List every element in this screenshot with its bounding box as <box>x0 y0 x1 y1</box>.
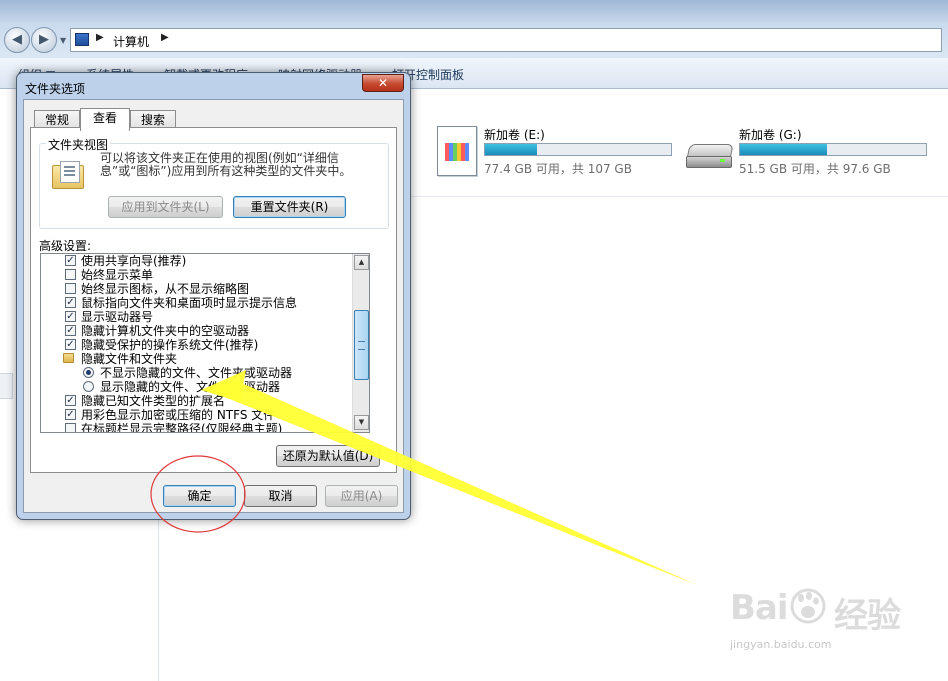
list-item-label: 隐藏已知文件类型的扩展名 <box>81 394 226 408</box>
advanced-list-scrollbar[interactable]: ▲ ▼ <box>352 254 369 432</box>
view-tab-panel: 文件夹视图 可以将该文件夹正在使用的视图(例如“详细信息”或“图标”)应用到所有… <box>30 127 397 473</box>
close-icon[interactable]: ✕ <box>362 74 404 92</box>
checkbox[interactable]: ✓ <box>65 297 76 308</box>
forward-arrow-icon[interactable]: ▶ <box>31 27 57 53</box>
list-item[interactable]: 显示隐藏的文件、文件夹和驱动器 <box>41 380 351 394</box>
list-item-label: 在标题栏显示完整路径(仅限经典主题) <box>81 422 283 433</box>
folder-views-description: 可以将该文件夹正在使用的视图(例如“详细信息”或“图标”)应用到所有这种类型的文… <box>100 151 352 178</box>
list-item-label: 隐藏计算机文件夹中的空驱动器 <box>81 324 250 338</box>
reset-folders-button[interactable]: 重置文件夹(R) <box>233 196 346 218</box>
dialog-title: 文件夹选项 <box>25 82 86 96</box>
navigation-pane-handle[interactable] <box>0 373 13 399</box>
drive-usage-bar <box>739 143 927 156</box>
list-item[interactable]: 始终显示菜单 <box>41 268 351 282</box>
list-item[interactable]: ✓ 使用共享向导(推荐) <box>41 254 351 268</box>
list-item-label: 显示隐藏的文件、文件夹和驱动器 <box>100 380 281 394</box>
list-item-label: 不显示隐藏的文件、文件夹或驱动器 <box>100 366 293 380</box>
back-arrow-icon[interactable]: ◀ <box>4 27 30 53</box>
cancel-button[interactable]: 取消 <box>244 485 317 507</box>
checkbox[interactable]: ✓ <box>65 325 76 336</box>
folder-options-dialog: 文件夹选项 ✕ 常规 查看 搜索 文件夹视图 可以将该文件夹正在使用的视图(例如… <box>16 72 411 520</box>
baidu-url: jingyan.baidu.com <box>730 638 832 651</box>
group-separator <box>410 196 948 197</box>
drive-size-text: 77.4 GB 可用，共 107 GB <box>484 162 632 176</box>
list-item[interactable]: ✓ 显示驱动器号 <box>41 310 351 324</box>
apply-button[interactable]: 应用(A) <box>325 485 398 507</box>
drive-usage-fill <box>485 144 538 155</box>
folder-icon <box>52 161 84 189</box>
hard-drive-icon[interactable] <box>686 144 734 168</box>
radio-button[interactable] <box>83 367 94 378</box>
drive-name: 新加卷 (G:) <box>739 128 802 142</box>
folder-icon <box>63 353 74 363</box>
breadcrumb-arrow-icon[interactable]: ▶ <box>161 32 169 43</box>
drive-size-text: 51.5 GB 可用，共 97.6 GB <box>739 162 891 176</box>
advanced-settings-label: 高级设置: <box>39 239 92 253</box>
list-item-label: 始终显示菜单 <box>81 268 154 282</box>
baidu-logo-right: 经验 <box>834 596 901 636</box>
list-item-label: 用彩色显示加密或压缩的 NTFS 文件 <box>81 408 276 422</box>
breadcrumb-computer[interactable]: 计算机 <box>113 33 149 50</box>
checkbox[interactable] <box>65 269 76 280</box>
advanced-settings-list[interactable]: ✓ 使用共享向导(推荐) 始终显示菜单 始终显示图标，从不显示缩略图 ✓ 鼠标指… <box>40 253 370 433</box>
list-item[interactable]: ✓ 隐藏受保护的操作系统文件(推荐) <box>41 338 351 352</box>
checkbox[interactable] <box>65 283 76 294</box>
checkbox[interactable] <box>65 423 76 432</box>
restore-defaults-button[interactable]: 还原为默认值(D) <box>276 445 380 467</box>
checkbox[interactable]: ✓ <box>65 255 76 266</box>
list-item-label: 隐藏受保护的操作系统文件(推荐) <box>81 338 259 352</box>
radio-button[interactable] <box>83 381 94 392</box>
scroll-down-icon[interactable]: ▼ <box>354 415 369 430</box>
explorer-titlebar <box>0 0 948 22</box>
checkbox[interactable]: ✓ <box>65 395 76 406</box>
computer-icon <box>75 33 89 46</box>
list-item-label: 始终显示图标，从不显示缩略图 <box>81 282 250 296</box>
list-item: 隐藏文件和文件夹 <box>41 352 351 366</box>
baidu-paw-icon <box>790 588 826 624</box>
drive-usage-fill <box>740 144 828 155</box>
list-item-label: 显示驱动器号 <box>81 310 154 324</box>
checkbox[interactable]: ✓ <box>65 339 76 350</box>
scroll-thumb[interactable] <box>354 310 369 380</box>
history-dropdown-icon[interactable]: ▼ <box>60 36 66 45</box>
tab-view[interactable]: 查看 <box>80 108 130 131</box>
list-item[interactable]: 不显示隐藏的文件、文件夹或驱动器 <box>41 366 351 380</box>
address-row: ◀ ▶ ▼ ▶ 计算机 ▶ <box>0 22 948 58</box>
list-item[interactable]: 始终显示图标，从不显示缩略图 <box>41 282 351 296</box>
list-item-label: 隐藏文件和文件夹 <box>81 352 178 366</box>
apply-to-folders-button[interactable]: 应用到文件夹(L) <box>108 196 223 218</box>
checkbox[interactable]: ✓ <box>65 311 76 322</box>
address-bar[interactable]: ▶ 计算机 ▶ <box>70 28 942 52</box>
list-item[interactable]: ✓ 用彩色显示加密或压缩的 NTFS 文件 <box>41 408 351 422</box>
list-item[interactable]: ✓ 隐藏计算机文件夹中的空驱动器 <box>41 324 351 338</box>
list-item-label: 使用共享向导(推荐) <box>81 254 187 268</box>
checkbox[interactable]: ✓ <box>65 409 76 420</box>
list-item[interactable]: ✓ 隐藏已知文件类型的扩展名 <box>41 394 351 408</box>
list-item-label: 鼠标指向文件夹和桌面项时显示提示信息 <box>81 296 298 310</box>
document-icon[interactable] <box>437 126 477 176</box>
baidu-logo-left: Bai <box>730 588 789 628</box>
list-item[interactable]: 在标题栏显示完整路径(仅限经典主题) <box>41 422 351 433</box>
dialog-body: 常规 查看 搜索 文件夹视图 可以将该文件夹正在使用的视图(例如“详细信息”或“… <box>23 99 404 513</box>
drive-usage-bar <box>484 143 672 156</box>
drive-name: 新加卷 (E:) <box>484 128 545 142</box>
scroll-up-icon[interactable]: ▲ <box>354 255 369 270</box>
breadcrumb-arrow-icon[interactable]: ▶ <box>96 32 104 43</box>
ok-button[interactable]: 确定 <box>163 485 236 507</box>
list-item[interactable]: ✓ 鼠标指向文件夹和桌面项时显示提示信息 <box>41 296 351 310</box>
folder-views-group: 文件夹视图 可以将该文件夹正在使用的视图(例如“详细信息”或“图标”)应用到所有… <box>39 136 389 229</box>
